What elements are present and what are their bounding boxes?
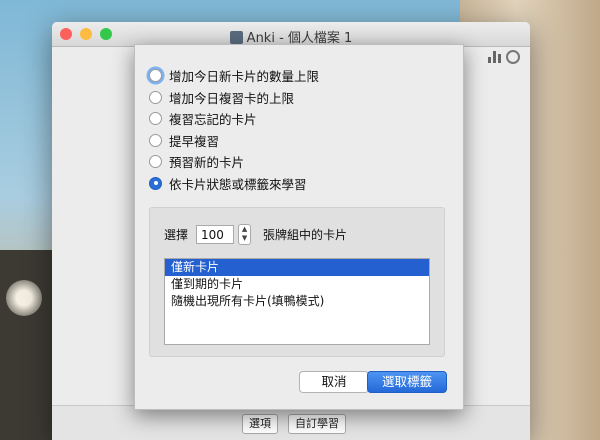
option-label: 預習新的卡片: [169, 155, 245, 171]
card-type-list[interactable]: 僅新卡片 僅到期的卡片 隨機出現所有卡片(填鴨模式): [164, 258, 430, 345]
study-option-list: 增加今日新卡片的數量上限 增加今日複習卡的上限 複習忘記的卡片 提早複習 預習新…: [149, 65, 319, 194]
custom-study-button[interactable]: 自訂學習: [288, 414, 346, 434]
radio-button[interactable]: [149, 155, 162, 169]
list-item-due-only[interactable]: 僅到期的卡片: [165, 276, 429, 293]
select-suffix-label: 張牌組中的卡片: [263, 228, 348, 242]
list-item-new-only[interactable]: 僅新卡片: [165, 259, 429, 276]
app-icon: [229, 31, 243, 44]
option-label: 複習忘記的卡片: [169, 112, 257, 128]
option-label: 增加今日複習卡的上限: [169, 90, 295, 106]
options-button[interactable]: 選項: [242, 414, 278, 434]
card-count-stepper[interactable]: ▲ ▼: [238, 224, 252, 245]
card-selection-group: 選擇 100 ▲ ▼ 張牌組中的卡片 僅新卡片 僅到期的卡片 隨機出現所有卡片(填…: [149, 207, 445, 357]
radio-button[interactable]: [149, 69, 162, 83]
background-building-left: [0, 0, 55, 440]
option-review-forgotten[interactable]: 複習忘記的卡片: [149, 108, 319, 130]
chevron-up-icon[interactable]: ▲: [242, 225, 247, 233]
stats-icon[interactable]: [488, 51, 502, 63]
sync-icon[interactable]: [506, 50, 520, 64]
option-label: 依卡片狀態或標籤來學習: [169, 176, 307, 192]
option-increase-review-limit[interactable]: 增加今日複習卡的上限: [149, 87, 319, 109]
option-study-by-state-or-tag[interactable]: 依卡片狀態或標籤來學習: [149, 173, 319, 195]
bottom-bar: 選項 自訂學習: [52, 405, 530, 440]
card-count-input[interactable]: 100: [196, 225, 235, 244]
radio-button[interactable]: [149, 112, 162, 126]
toolbar-right: [488, 50, 520, 64]
list-item-all-random[interactable]: 隨機出現所有卡片(填鴨模式): [165, 293, 429, 310]
option-increase-new-limit[interactable]: 增加今日新卡片的數量上限: [149, 65, 319, 87]
cancel-button[interactable]: 取消: [299, 371, 369, 393]
custom-study-dialog: 增加今日新卡片的數量上限 增加今日複習卡的上限 複習忘記的卡片 提早複習 預習新…: [134, 44, 464, 410]
option-label: 提早複習: [169, 133, 220, 149]
card-count-row: 選擇 100 ▲ ▼ 張牌組中的卡片: [164, 224, 347, 245]
radio-button-selected[interactable]: [149, 176, 162, 190]
radio-button[interactable]: [149, 90, 162, 104]
select-prefix-label: 選擇: [164, 228, 189, 242]
chevron-down-icon[interactable]: ▼: [242, 234, 247, 242]
option-preview-new[interactable]: 預習新的卡片: [149, 151, 319, 173]
option-label: 增加今日新卡片的數量上限: [169, 69, 320, 85]
background-lamp: [6, 280, 42, 316]
option-review-ahead[interactable]: 提早複習: [149, 130, 319, 152]
radio-button[interactable]: [149, 133, 162, 147]
choose-tags-button[interactable]: 選取標籤: [367, 371, 447, 393]
